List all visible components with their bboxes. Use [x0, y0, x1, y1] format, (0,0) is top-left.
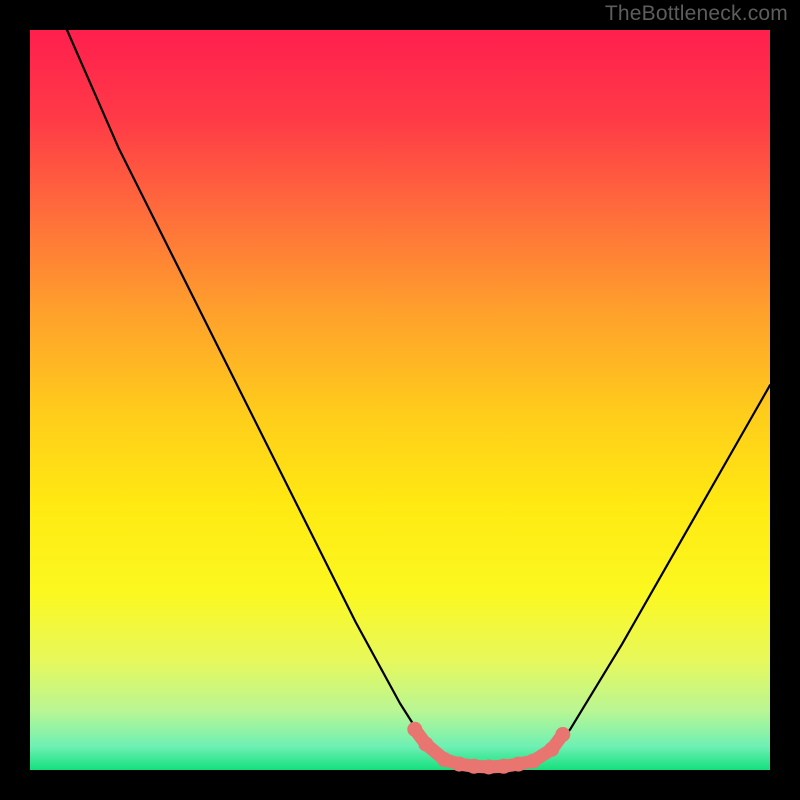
optimal-dot [437, 752, 452, 767]
optimal-dot [467, 759, 482, 774]
optimal-dot [418, 737, 433, 752]
optimal-dot [481, 760, 496, 775]
optimal-dot [407, 722, 422, 737]
optimal-dot [511, 757, 526, 772]
optimal-dot [544, 742, 559, 757]
watermark-label: TheBottleneck.com [605, 2, 788, 26]
optimal-dot [526, 754, 541, 769]
plot-background [30, 30, 770, 770]
chart-svg [0, 0, 800, 800]
optimal-dot [496, 759, 511, 774]
optimal-dot [555, 727, 570, 742]
optimal-dot [452, 757, 467, 772]
chart-frame: TheBottleneck.com [0, 0, 800, 800]
